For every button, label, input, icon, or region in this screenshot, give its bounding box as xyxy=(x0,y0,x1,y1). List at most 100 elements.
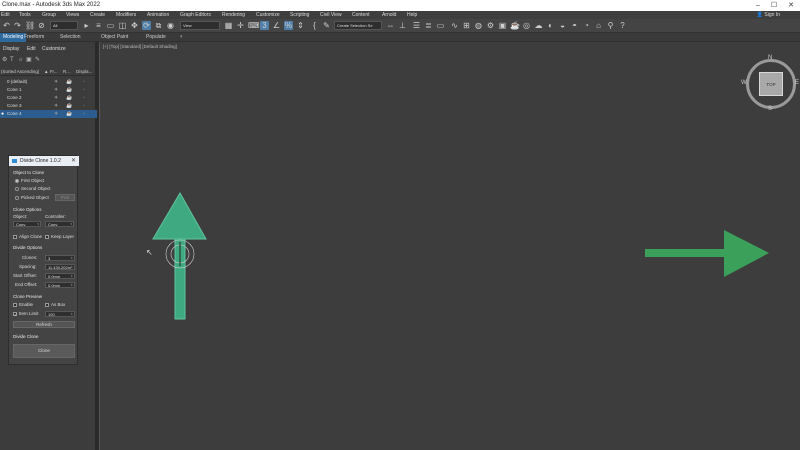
refresh-button[interactable]: Refresh xyxy=(13,321,75,328)
filter-lights-icon[interactable]: ☼ xyxy=(18,56,24,64)
select-by-name-icon[interactable]: ≡ xyxy=(94,21,103,30)
clone-button[interactable]: Clone xyxy=(13,344,75,358)
as-box-checkbox[interactable] xyxy=(45,303,49,307)
second-object-radio[interactable] xyxy=(15,187,19,191)
select-manipulate-icon[interactable]: ✛ xyxy=(236,21,245,30)
menu-help[interactable]: Help xyxy=(407,11,417,19)
col-render[interactable]: R... xyxy=(63,68,70,76)
menu-modifiers[interactable]: Modifiers xyxy=(116,11,136,19)
named-sel-icon[interactable]: ✎ xyxy=(322,21,331,30)
end-offset-spinner[interactable]: 0.0mm ⇕ xyxy=(45,282,75,288)
menu-scripting[interactable]: Scripting xyxy=(290,11,309,19)
menu-arnold[interactable]: Arnold xyxy=(382,11,396,19)
selection-filter-dropdown[interactable]: All xyxy=(50,21,78,30)
viewcube-face[interactable]: TOP xyxy=(759,72,783,96)
curve-editor-icon[interactable]: ∿ xyxy=(450,21,459,30)
redo-icon[interactable]: ↷ xyxy=(13,21,22,30)
render-teapot-icon[interactable]: ☕ xyxy=(66,94,72,102)
pivot-icon[interactable]: ▦ xyxy=(224,21,233,30)
scale-icon[interactable]: ⧉ xyxy=(154,21,163,30)
reference-coord-dropdown[interactable]: View xyxy=(180,21,220,30)
link-icon[interactable]: ⛓ xyxy=(25,21,35,30)
display-icon[interactable]: ◦ xyxy=(83,110,85,118)
display-icon[interactable]: ◦ xyxy=(83,78,85,86)
toggle-ribbon-icon[interactable]: ▭ xyxy=(436,21,445,30)
freeze-icon[interactable]: ✶ xyxy=(54,86,58,94)
window-crossing-icon[interactable]: ◫ xyxy=(118,21,127,30)
enable-preview-checkbox[interactable] xyxy=(13,303,17,307)
freeze-icon[interactable]: ✶ xyxy=(54,78,58,86)
spinner-arrows-icon[interactable]: ⇕ xyxy=(70,265,73,269)
rect-selection-icon[interactable]: ▭ xyxy=(106,21,115,30)
dialog-title-bar[interactable]: Divide Clone 1.0.2 ✕ xyxy=(9,156,79,166)
arnold-stats-icon[interactable]: ⚲ xyxy=(606,21,615,30)
menu-group[interactable]: Group xyxy=(42,11,56,19)
ribbon-options-icon[interactable]: ▾ xyxy=(180,33,183,42)
object-clone-type-select[interactable]: Copy ▾ xyxy=(13,221,41,227)
spinner-arrows-icon[interactable]: ⇕ xyxy=(70,256,73,260)
rendered-frame-icon[interactable]: ▣ xyxy=(498,21,507,30)
rotate-icon[interactable]: ⟳ xyxy=(142,21,151,30)
spinner-arrows-icon[interactable]: ⇕ xyxy=(70,312,73,316)
first-object-radio[interactable] xyxy=(15,179,19,183)
render-setup-icon[interactable]: ⚙ xyxy=(486,21,495,30)
list-item[interactable]: Cone 2 ✶ ☕ ◦ xyxy=(0,94,97,102)
menu-rendering[interactable]: Rendering xyxy=(222,11,245,19)
display-icon[interactable]: ◦ xyxy=(83,94,85,102)
filter-geometry-icon[interactable]: ⚙ xyxy=(2,56,7,64)
undo-icon[interactable]: ↶ xyxy=(2,21,11,30)
menu-civil-view[interactable]: Civil View xyxy=(320,11,342,19)
arnold-license-icon[interactable]: ◔ xyxy=(582,21,591,30)
render-teapot-icon[interactable]: ☕ xyxy=(66,110,72,118)
menu-customize[interactable]: Customize xyxy=(256,11,280,19)
tab-freeform[interactable]: Freeform xyxy=(24,33,44,42)
list-item[interactable]: 0 (default) ✶ ☕ ◦ xyxy=(0,78,97,86)
render-teapot-icon[interactable]: ☕ xyxy=(66,86,72,94)
percent-snap-icon[interactable]: % xyxy=(284,21,293,30)
menu-animation[interactable]: Animation xyxy=(147,11,169,19)
move-icon[interactable]: ✥ xyxy=(130,21,139,30)
select-object-icon[interactable]: ▸ xyxy=(82,21,91,30)
display-icon[interactable]: ◦ xyxy=(83,102,85,110)
pick-button[interactable]: Pick xyxy=(55,194,75,201)
list-item-selected[interactable]: ● Cone 4 ✶ ☕ ◦ xyxy=(0,110,97,118)
explorer-display-menu[interactable]: Display xyxy=(3,45,19,54)
freeze-icon[interactable]: ✶ xyxy=(54,102,58,110)
menu-create[interactable]: Create xyxy=(90,11,105,19)
render-iterative-icon[interactable]: ◎ xyxy=(522,21,531,30)
toggle-scene-explorer-icon[interactable]: ☰ xyxy=(412,21,421,30)
arnold-icon[interactable]: ◐ xyxy=(546,21,555,30)
arnold-ipr-icon[interactable]: ◓ xyxy=(570,21,579,30)
viewcube[interactable]: TOP N S E W xyxy=(741,55,800,113)
sign-in-link[interactable]: 👤 Sign In xyxy=(757,11,780,19)
menu-content[interactable]: Content xyxy=(352,11,370,19)
align-icon[interactable]: ⊥ xyxy=(398,21,407,30)
unlink-icon[interactable]: ⊘ xyxy=(37,21,46,30)
viewport-top[interactable]: [+] [Top] [Standard] [Default Shading] ↖… xyxy=(99,42,800,450)
snaps-toggle-icon[interactable]: 3 xyxy=(260,21,269,30)
tab-modeling[interactable]: Modeling xyxy=(0,33,27,42)
tab-selection[interactable]: Selection xyxy=(60,33,81,42)
mirror-icon[interactable]: ⇔ xyxy=(386,21,395,30)
named-selection-dropdown[interactable]: Create Selection Se xyxy=(334,21,382,30)
explorer-customize-menu[interactable]: Customize xyxy=(42,45,66,54)
menu-tools[interactable]: Tools xyxy=(19,11,31,19)
place-icon[interactable]: ◉ xyxy=(166,21,175,30)
freeze-icon[interactable]: ✶ xyxy=(54,110,58,118)
display-icon[interactable]: ◦ xyxy=(83,86,85,94)
menu-edit[interactable]: Edit xyxy=(1,11,10,19)
render-teapot-icon[interactable]: ☕ xyxy=(66,78,72,86)
keep-layer-checkbox[interactable] xyxy=(45,235,49,239)
freeze-icon[interactable]: ✶ xyxy=(54,94,58,102)
spinner-arrows-icon[interactable]: ⇕ xyxy=(70,274,73,278)
render-production-icon[interactable]: ☕ xyxy=(510,21,520,30)
list-item[interactable]: Cone 3 ✶ ☕ ◦ xyxy=(0,102,97,110)
menu-graph-editors[interactable]: Graph Editors xyxy=(180,11,211,19)
angle-snap-icon[interactable]: ∠ xyxy=(272,21,281,30)
spacing-spinner[interactable]: 11,430.202m ⇕ xyxy=(45,264,75,270)
filter-helpers-icon[interactable]: ✎ xyxy=(35,56,40,64)
item-limit-spinner[interactable]: 100 ⇕ xyxy=(45,311,75,317)
spinner-snap-icon[interactable]: ⇕ xyxy=(296,21,305,30)
render-online-icon[interactable]: ☁ xyxy=(534,21,543,30)
keyboard-shortcut-icon[interactable]: ⌨ xyxy=(248,21,260,30)
